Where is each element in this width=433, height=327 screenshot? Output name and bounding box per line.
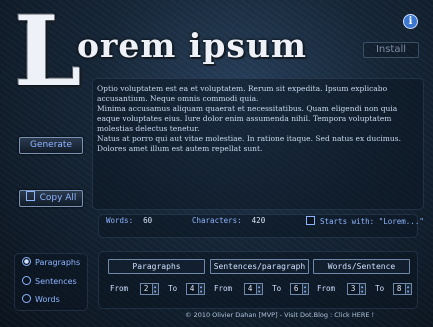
- copy-all-label: Copy All: [39, 193, 77, 203]
- paragraphs-from-input[interactable]: 2: [139, 283, 153, 295]
- info-icon[interactable]: i: [403, 14, 418, 29]
- sentences-from-input[interactable]: 4: [243, 283, 257, 295]
- starts-with-label: Starts with: "Lorem...": [320, 217, 424, 226]
- paragraphs-to-input[interactable]: 4: [185, 283, 199, 295]
- paragraphs-from-spinner-icon[interactable]: ▲ ▼: [152, 283, 159, 295]
- logo-initial: L: [14, 0, 82, 108]
- sentences-to-spinner-icon[interactable]: ▲ ▼: [302, 283, 309, 295]
- mode-label: Words: [35, 295, 60, 304]
- footer-link[interactable]: © 2010 Olivier Dahan [MVP] - Visit Dot.B…: [185, 311, 374, 319]
- characters-stat: Characters: 420: [192, 216, 265, 234]
- generated-paragraph: Natus at porro qui aut vitae molestiae. …: [97, 134, 401, 153]
- radio-sentences[interactable]: [22, 276, 31, 285]
- copy-all-button[interactable]: Copy All: [19, 190, 83, 207]
- from-label: From: [214, 284, 233, 293]
- paragraphs-header: Paragraphs: [108, 259, 205, 274]
- paragraphs-to-spinner-icon[interactable]: ▲ ▼: [198, 283, 205, 295]
- characters-value: 420: [251, 216, 266, 225]
- words-to-input[interactable]: 8: [392, 283, 406, 295]
- generated-paragraph: Minima accusamus aliquam quaerat et nece…: [97, 104, 398, 133]
- sentences-from-spinner-icon[interactable]: ▲ ▼: [256, 283, 263, 295]
- mode-option-words[interactable]: Words: [22, 294, 60, 306]
- words-from-spinner-icon[interactable]: ▲ ▼: [359, 283, 366, 295]
- mode-label: Sentences: [35, 277, 77, 286]
- logo-text: orem ipsum: [77, 26, 307, 65]
- to-label: To: [272, 284, 282, 293]
- words-stat: Words: 60: [106, 216, 152, 234]
- words-range: From 3 ▲ ▼ To 8 ▲ ▼: [317, 283, 412, 295]
- words-value: 60: [143, 216, 153, 225]
- install-button[interactable]: Install: [363, 42, 419, 58]
- mode-option-sentences[interactable]: Sentences: [22, 276, 77, 288]
- sentences-header: Sentences/paragraph: [210, 259, 309, 274]
- paragraphs-range: From 2 ▲ ▼ To 4 ▲ ▼: [110, 283, 205, 295]
- words-label: Words:: [106, 216, 134, 225]
- copy-icon: [25, 191, 35, 201]
- sentences-to-input[interactable]: 6: [289, 283, 303, 295]
- generate-button[interactable]: Generate: [19, 137, 83, 154]
- starts-with-checkbox[interactable]: [306, 216, 315, 225]
- generate-label: Generate: [29, 140, 73, 150]
- words-from-input[interactable]: 3: [346, 283, 360, 295]
- mode-option-paragraphs[interactable]: Paragraphs: [22, 257, 80, 269]
- starts-with-option[interactable]: Starts with: "Lorem...": [306, 216, 424, 234]
- from-label: From: [317, 284, 336, 293]
- from-label: From: [110, 284, 129, 293]
- words-header: Words/Sentence: [313, 259, 410, 274]
- mode-label: Paragraphs: [35, 258, 81, 267]
- sentences-range: From 4 ▲ ▼ To 6 ▲ ▼: [214, 283, 309, 295]
- radio-words[interactable]: [22, 294, 31, 303]
- generated-paragraph: Optio voluptatem est ea et voluptatem. R…: [97, 84, 388, 103]
- generated-text[interactable]: Optio voluptatem est ea et voluptatem. R…: [97, 84, 415, 204]
- radio-paragraphs[interactable]: [22, 257, 31, 266]
- words-to-spinner-icon[interactable]: ▲ ▼: [405, 283, 412, 295]
- to-label: To: [375, 284, 385, 293]
- to-label: To: [168, 284, 178, 293]
- characters-label: Characters:: [192, 216, 242, 225]
